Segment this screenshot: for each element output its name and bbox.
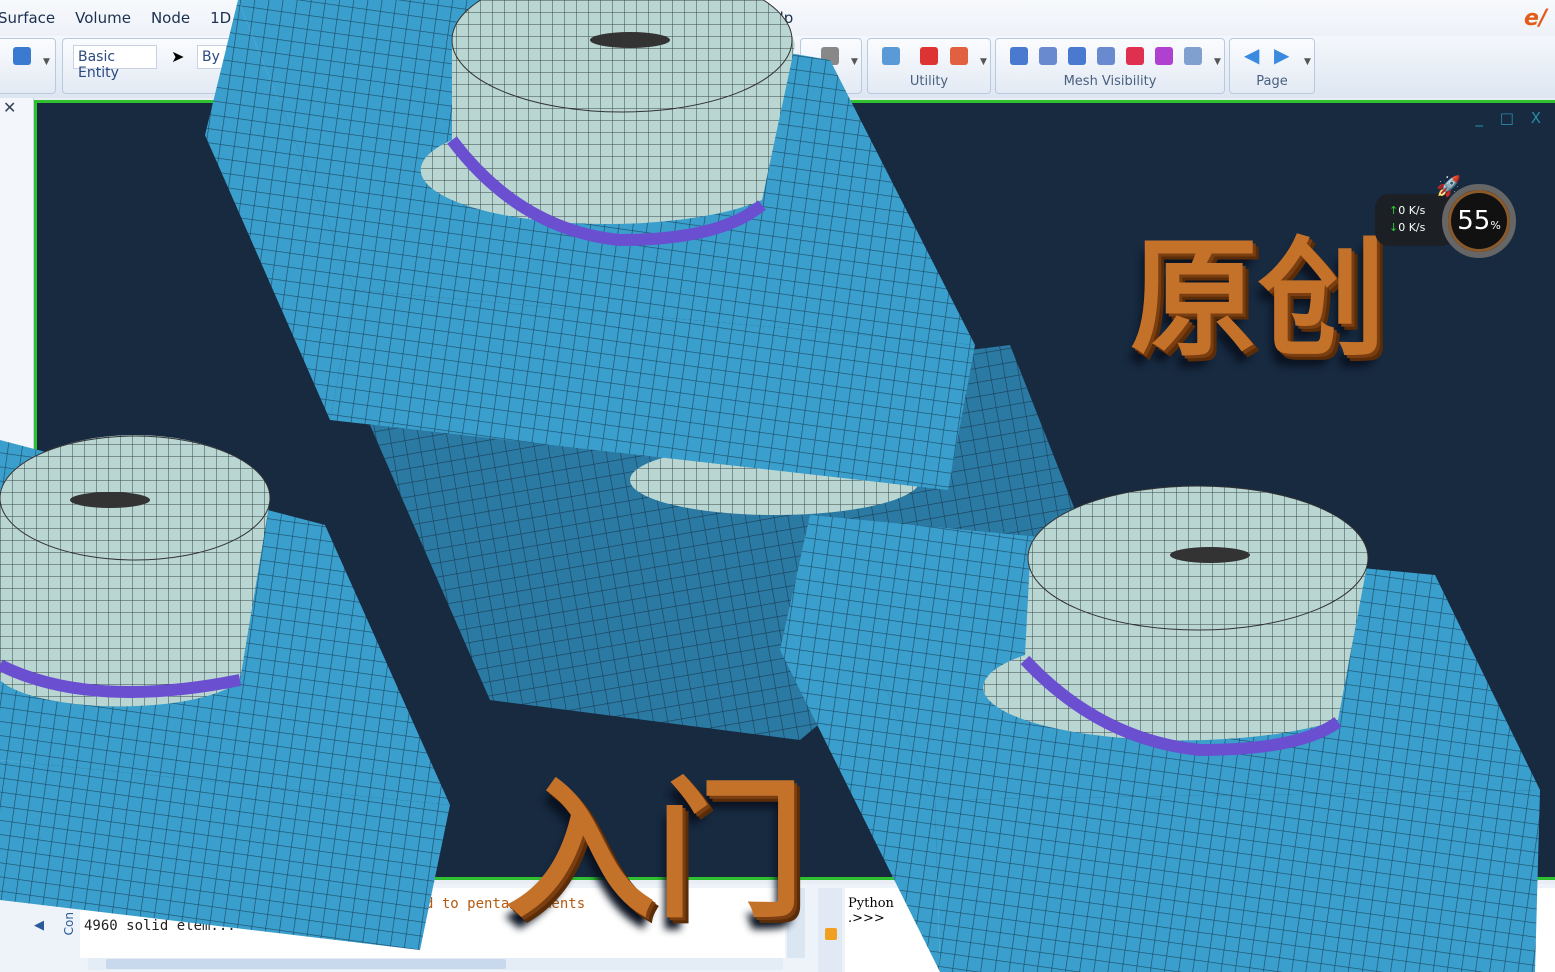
arrow-right-icon[interactable]: ▶ xyxy=(1274,43,1289,67)
python-side-bar xyxy=(818,888,842,972)
mesh-red-icon[interactable] xyxy=(1126,47,1144,65)
chevron-down-icon[interactable]: ▼ xyxy=(851,57,858,67)
toolbar-group-anchor: ▼ xyxy=(0,38,56,94)
collapse-left-icon[interactable]: ◀ xyxy=(34,918,44,933)
app-logo: e/ xyxy=(1524,6,1547,31)
anchor-icon[interactable] xyxy=(13,47,31,65)
scroll-thumb[interactable] xyxy=(106,959,506,969)
arrow-down-icon: ↓ xyxy=(1389,221,1399,234)
grid-icon[interactable] xyxy=(950,47,968,65)
mesh-all-icon[interactable] xyxy=(1184,47,1202,65)
menu-volume[interactable]: Volume xyxy=(75,9,131,27)
console-hscrollbar[interactable] xyxy=(88,958,783,970)
mesh-purple-icon[interactable] xyxy=(1155,47,1173,65)
entity-type-select[interactable]: Basic Entity xyxy=(73,45,157,81)
pointer-icon[interactable]: ➤ xyxy=(171,47,184,66)
console-line: 4960 solid elem... xyxy=(84,918,236,934)
chevron-down-icon[interactable]: ▼ xyxy=(43,57,50,67)
mesh-show-icon[interactable] xyxy=(1010,47,1028,65)
toolbar-group-page: ◀ ▶ ▼ Page xyxy=(1229,38,1315,94)
menu-node[interactable]: Node xyxy=(151,9,190,27)
group-label-mesh-visibility: Mesh Visibility xyxy=(1063,74,1157,89)
mesh-check-icon[interactable] xyxy=(920,47,938,65)
menu-help[interactable]: Help xyxy=(759,9,793,27)
console-tab[interactable]: Con xyxy=(62,912,76,935)
chevron-down-icon[interactable]: ▼ xyxy=(1214,57,1221,67)
toolbar-group-mesh-visibility: ▼ Mesh Visibility xyxy=(995,38,1225,94)
measure-icon[interactable] xyxy=(882,47,900,65)
menu-view[interactable]: View xyxy=(704,9,740,27)
arrow-up-icon: ↑ xyxy=(1389,204,1399,217)
select-by-dropdown[interactable]: By xyxy=(197,45,227,69)
mesh-shell-icon[interactable] xyxy=(1097,47,1115,65)
menu-surface[interactable]: Surface xyxy=(0,9,55,27)
arrow-left-icon[interactable]: ◀ xyxy=(1244,43,1259,67)
left-panel: ✕ xyxy=(0,98,34,888)
comment-icon[interactable] xyxy=(825,928,837,940)
toolbar-group-utility: ▼ Utility xyxy=(867,38,991,94)
chevron-down-icon[interactable]: ▼ xyxy=(980,57,987,67)
overlay-title-bottom: 入门 xyxy=(505,763,806,939)
python-prompt: .>>> xyxy=(848,911,885,926)
toolbar-group-selection: Basic Entity ➤ By xyxy=(62,38,242,94)
mesh-solid-icon[interactable] xyxy=(1068,47,1086,65)
group-label-page: Page xyxy=(1256,74,1288,89)
overlay-title-top: 原创 xyxy=(1130,224,1387,374)
chevron-down-icon[interactable]: ▼ xyxy=(1304,57,1311,67)
group-label-utility: Utility xyxy=(909,74,949,89)
close-icon[interactable]: ✕ xyxy=(3,98,16,117)
menu-bar: Surface Volume Node 1D Assembly View Hel… xyxy=(0,0,1555,36)
memory-gauge[interactable]: 55% xyxy=(1442,184,1516,258)
toolbar: ▼ Basic Entity ➤ By ▼ ▼ Utility ▼ Mesh V… xyxy=(0,36,1555,98)
menu-assembly[interactable]: Assembly xyxy=(421,9,493,27)
visibility-icon[interactable] xyxy=(821,47,839,65)
viewport-window-controls[interactable]: _ □ X xyxy=(1476,109,1547,127)
menu-1d[interactable]: 1D xyxy=(210,9,231,27)
python-title: Python xyxy=(848,896,894,911)
python-console[interactable]: Python .>>> xyxy=(845,888,1555,972)
toolbar-group-misc: ▼ xyxy=(800,38,862,94)
mesh-hide-icon[interactable] xyxy=(1039,47,1057,65)
